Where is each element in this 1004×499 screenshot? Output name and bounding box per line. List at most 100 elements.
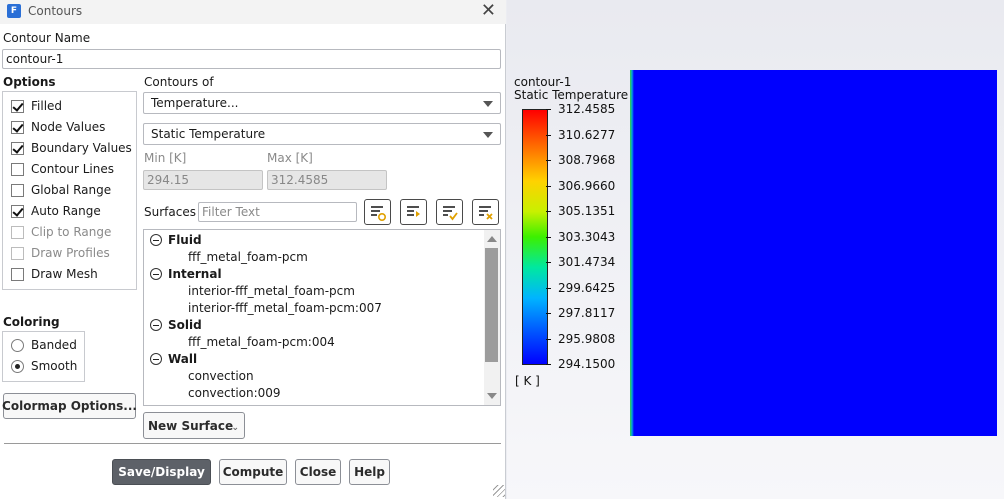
colorbar-tick-label: 312.4585: [558, 102, 616, 116]
node-values-checkbox[interactable]: [11, 120, 24, 134]
tree-item[interactable]: interior-fff_metal_foam-pcm: [188, 284, 355, 298]
footer-separator: [4, 443, 501, 444]
auto-range-label: Auto Range: [31, 204, 101, 218]
collapse-icon[interactable]: [150, 353, 162, 365]
tree-item[interactable]: interior-fff_metal_foam-pcm:007: [188, 301, 382, 315]
tree-item[interactable]: convection: [188, 369, 254, 383]
draw-mesh-label: Draw Mesh: [31, 267, 98, 281]
option-auto-range[interactable]: Auto Range: [11, 202, 101, 220]
option-global-range[interactable]: Global Range: [11, 181, 111, 199]
coloring-banded[interactable]: Banded: [11, 336, 77, 354]
collapse-icon[interactable]: [150, 268, 162, 280]
surfaces-filter-input[interactable]: [198, 202, 357, 222]
max-value-field: [267, 170, 387, 190]
option-boundary-values[interactable]: Boundary Values: [11, 139, 132, 157]
filled-checkbox[interactable]: [11, 99, 24, 113]
contours-category-value: Temperature...: [151, 96, 239, 110]
select-surfaces-by-zone-button[interactable]: [400, 199, 427, 225]
scroll-up-icon[interactable]: [487, 236, 497, 242]
collapse-icon[interactable]: [150, 319, 162, 331]
save-display-button[interactable]: Save/Display: [112, 459, 211, 485]
scrollbar-thumb[interactable]: [485, 248, 498, 362]
filter-list-icon: [371, 206, 387, 222]
resize-grip-icon[interactable]: [493, 485, 505, 497]
surfaces-tree[interactable]: Fluid fff_metal_foam-pcm Internal interi…: [143, 229, 501, 406]
boundary-values-label: Boundary Values: [31, 141, 132, 155]
new-surface-button[interactable]: New Surface ⌄: [143, 412, 245, 439]
tree-item[interactable]: fff_metal_foam-pcm: [188, 250, 308, 264]
draw-profiles-checkbox: [11, 246, 24, 260]
colorbar-tick-label: 301.4734: [558, 255, 616, 269]
colorbar-tick: [546, 160, 551, 161]
contours-quantity-select[interactable]: Static Temperature: [143, 123, 501, 145]
help-button[interactable]: Help: [349, 459, 390, 485]
banded-radio[interactable]: [11, 338, 24, 352]
coloring-group: Banded Smooth: [2, 331, 85, 382]
chevron-down-icon: [483, 101, 493, 107]
smooth-radio[interactable]: [11, 359, 24, 373]
colorbar-tick: [546, 186, 551, 187]
tree-item[interactable]: convection:009: [188, 386, 281, 400]
tree-group-solid[interactable]: Solid: [168, 318, 202, 332]
colorbar-tick-label: 294.1500: [558, 357, 616, 371]
select-surfaces-by-type-button[interactable]: [364, 199, 391, 225]
option-contour-lines[interactable]: Contour Lines: [11, 160, 114, 178]
contour-lines-checkbox[interactable]: [11, 162, 24, 176]
colorbar-tick: [546, 237, 551, 238]
close-button[interactable]: Close: [295, 459, 341, 485]
colorbar-tick-label: 295.9808: [558, 332, 616, 346]
collapse-icon[interactable]: [150, 234, 162, 246]
tree-group-internal[interactable]: Internal: [168, 267, 222, 281]
dialog-titlebar[interactable]: F Contours ✕: [0, 0, 506, 24]
tree-group-fluid[interactable]: Fluid: [168, 233, 202, 247]
tree-group-wall[interactable]: Wall: [168, 352, 197, 366]
coloring-smooth[interactable]: Smooth: [11, 357, 77, 375]
contour-name-label: Contour Name: [3, 31, 91, 45]
colorbar-gradient: [522, 109, 548, 365]
option-draw-profiles: Draw Profiles: [11, 244, 110, 262]
colorbar-subtitle: Static Temperature: [514, 88, 629, 102]
colorbar-tick: [546, 364, 551, 365]
scroll-down-icon[interactable]: [487, 393, 497, 399]
dropdown-arrow-icon: ⌄: [231, 423, 239, 433]
colormap-options-button[interactable]: Colormap Options...: [2, 393, 137, 419]
compute-button[interactable]: Compute: [219, 459, 287, 485]
options-label: Options: [3, 75, 56, 89]
contour-plot-domain[interactable]: [630, 70, 997, 436]
colorbar-tick-label: 303.3043: [558, 230, 616, 244]
option-node-values[interactable]: Node Values: [11, 118, 105, 136]
clip-to-range-checkbox: [11, 225, 24, 239]
global-range-checkbox[interactable]: [11, 183, 24, 197]
chevron-down-icon: [483, 132, 493, 138]
min-value-field: [143, 170, 263, 190]
contours-quantity-value: Static Temperature: [151, 127, 266, 141]
tree-item[interactable]: fff_metal_foam-pcm:004: [188, 335, 335, 349]
auto-range-checkbox[interactable]: [11, 204, 24, 218]
colorbar-tick-label: 305.1351: [558, 204, 616, 218]
filled-label: Filled: [31, 99, 63, 113]
colorbar-tick: [546, 109, 551, 110]
close-icon[interactable]: ✕: [481, 1, 496, 21]
boundary-values-checkbox[interactable]: [11, 141, 24, 155]
list-arrow-icon: [407, 206, 420, 217]
deselect-all-surfaces-button[interactable]: [472, 199, 499, 225]
colorbar-unit: [ K ]: [515, 374, 540, 388]
option-draw-mesh[interactable]: Draw Mesh: [11, 265, 98, 283]
clear-list-icon: [479, 206, 493, 220]
dialog-title: Contours: [28, 4, 83, 18]
tree-scrollbar[interactable]: [484, 230, 500, 405]
colorbar-tick: [546, 135, 551, 136]
clip-to-range-label: Clip to Range: [31, 225, 112, 239]
contour-name-input[interactable]: [2, 49, 501, 69]
draw-mesh-checkbox[interactable]: [11, 267, 24, 281]
option-filled[interactable]: Filled: [11, 97, 62, 115]
colorbar-tick-label: 310.6277: [558, 128, 616, 142]
select-all-surfaces-button[interactable]: [436, 199, 463, 225]
smooth-label: Smooth: [31, 359, 78, 373]
contour-plot-hot-edge: [630, 70, 634, 436]
colorbar-tick-label: 306.9660: [558, 179, 616, 193]
min-label: Min [K]: [144, 151, 187, 165]
surfaces-label: Surfaces: [144, 205, 196, 219]
contour-lines-label: Contour Lines: [31, 162, 114, 176]
contours-category-select[interactable]: Temperature...: [143, 92, 501, 114]
